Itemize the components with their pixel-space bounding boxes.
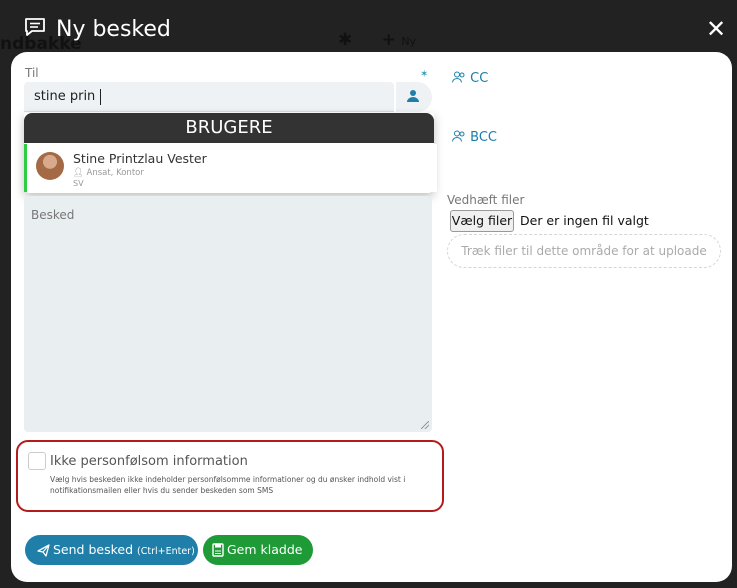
user-initials: SV: [73, 179, 84, 188]
file-drop-zone[interactable]: Træk filer til dette område for at uploa…: [447, 234, 721, 268]
to-input[interactable]: [24, 82, 394, 112]
user-role: 👤︎ Ansat, Kontor: [73, 168, 144, 178]
non-sensitive-label: Ikke personfølsom information: [50, 454, 248, 469]
user-group-icon: [452, 71, 465, 83]
speech-bubble-icon: [25, 18, 45, 36]
user-name: Stine Printzlau Vester: [73, 151, 207, 166]
choose-files-button[interactable]: Vælg filer: [450, 210, 514, 232]
user-lookup-button[interactable]: [396, 82, 432, 112]
send-shortcut: (Ctrl+Enter): [137, 546, 195, 557]
resize-handle[interactable]: [421, 421, 429, 429]
autocomplete-dropdown: BRUGERE Stine Printzlau Vester 👤︎ Ansat,…: [24, 113, 437, 193]
paper-plane-icon: [37, 544, 50, 557]
text-cursor: [100, 89, 101, 105]
save-icon: [212, 543, 224, 557]
bcc-link[interactable]: BCC: [452, 130, 497, 145]
gear-icon: ✱: [338, 30, 353, 50]
sparkle-icon: ✶: [420, 69, 429, 80]
user-lookup-icon: [407, 90, 419, 102]
plus-icon: +: [381, 30, 396, 50]
send-label: Send besked: [53, 542, 134, 557]
cc-link[interactable]: CC: [452, 71, 488, 86]
non-sensitive-description: Vælg hvis beskeden ikke indeholder perso…: [50, 475, 406, 495]
user-group-icon: [452, 130, 465, 142]
send-label-group: Send besked (Ctrl+Enter): [53, 535, 195, 567]
dialog-title: Ny besked: [56, 17, 171, 42]
user-icon: 👤︎: [73, 168, 84, 178]
send-button[interactable]: Send besked (Ctrl+Enter): [25, 535, 198, 565]
non-sensitive-checkbox[interactable]: [28, 452, 46, 470]
close-icon[interactable]: ✕: [706, 15, 726, 43]
message-placeholder: Besked: [31, 208, 75, 222]
avatar: [36, 152, 64, 180]
dialog-header: ndbakke ✱ + Ny Ny besked ✕: [0, 0, 737, 60]
bcc-label: BCC: [470, 130, 497, 145]
message-textarea[interactable]: Besked: [24, 196, 432, 432]
attachments-label: Vedhæft filer: [447, 193, 525, 207]
to-label: Til: [25, 66, 39, 80]
save-draft-button[interactable]: Gem kladde: [203, 535, 313, 565]
sensitive-info-box: Ikke personfølsom information Vælg hvis …: [16, 440, 444, 512]
cc-label: CC: [470, 71, 489, 86]
no-file-text: Der er ingen fil valgt: [520, 213, 649, 228]
dropdown-user-row[interactable]: Stine Printzlau Vester 👤︎ Ansat, Kontor …: [24, 144, 437, 192]
background-toolbar: ✱ + Ny: [338, 30, 416, 50]
save-draft-label: Gem kladde: [227, 542, 303, 557]
background-new-label: Ny: [401, 35, 417, 48]
user-role-text: Ansat, Kontor: [86, 168, 144, 178]
dropdown-heading: BRUGERE: [24, 113, 434, 143]
